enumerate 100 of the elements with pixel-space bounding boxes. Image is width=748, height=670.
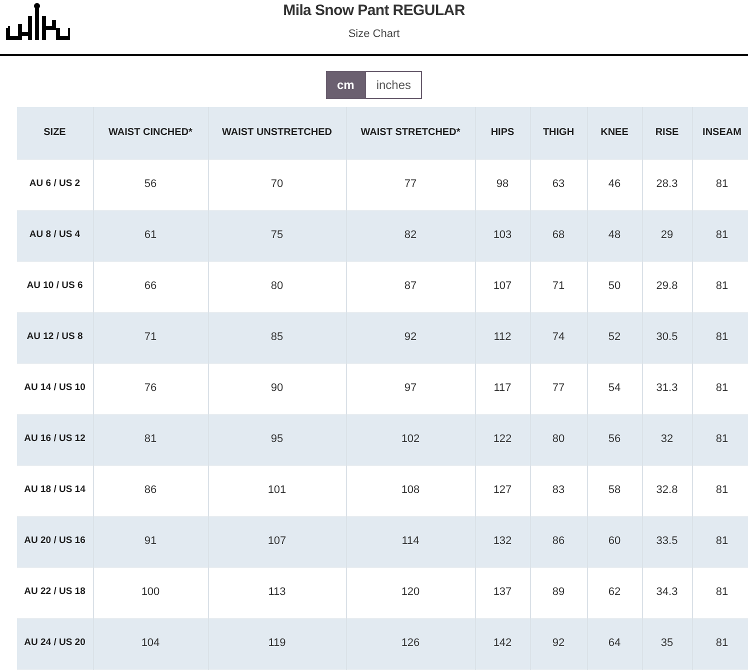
table-cell: 52 (587, 312, 642, 363)
size-cell: AU 24 / US 20 (17, 618, 93, 669)
table-cell: 119 (208, 618, 346, 669)
table-cell: 87 (346, 261, 475, 312)
table-cell: 60 (587, 516, 642, 567)
table-cell: 66 (93, 261, 208, 312)
page-subtitle: Size Chart (347, 27, 401, 42)
table-cell: 30.5 (642, 312, 692, 363)
table-cell: 92 (530, 618, 587, 669)
table-cell: 31.3 (642, 363, 692, 414)
size-cell: AU 14 / US 10 (17, 363, 93, 414)
table-cell: 81 (692, 567, 748, 618)
size-cell: AU 8 / US 4 (17, 210, 93, 261)
table-cell: 81 (692, 261, 748, 312)
size-cell: AU 10 / US 6 (17, 261, 93, 312)
table-cell: 58 (587, 465, 642, 516)
column-header: KNEE (587, 107, 642, 159)
table-cell: 29.8 (642, 261, 692, 312)
table-cell: 81 (692, 312, 748, 363)
table-cell: 92 (346, 312, 475, 363)
table-cell: 63 (530, 159, 587, 210)
table-cell: 80 (208, 261, 346, 312)
table-cell: 81 (692, 618, 748, 669)
column-header: THIGH (530, 107, 587, 159)
table-cell: 83 (530, 465, 587, 516)
table-cell: 48 (587, 210, 642, 261)
table-cell: 81 (692, 159, 748, 210)
table-cell: 81 (93, 414, 208, 465)
table-cell: 34.3 (642, 567, 692, 618)
table-cell: 98 (475, 159, 530, 210)
table-cell: 142 (475, 618, 530, 669)
table-cell: 54 (587, 363, 642, 414)
table-cell: 76 (93, 363, 208, 414)
column-header: WAIST CINCHED* (93, 107, 208, 159)
table-cell: 107 (208, 516, 346, 567)
table-cell: 117 (475, 363, 530, 414)
table-cell: 50 (587, 261, 642, 312)
table-cell: 102 (346, 414, 475, 465)
table-cell: 68 (530, 210, 587, 261)
table-cell: 46 (587, 159, 642, 210)
table-cell: 62 (587, 567, 642, 618)
table-cell: 114 (346, 516, 475, 567)
size-cell: AU 12 / US 8 (17, 312, 93, 363)
table-cell: 29 (642, 210, 692, 261)
table-cell: 81 (692, 414, 748, 465)
table-cell: 89 (530, 567, 587, 618)
page-title: Mila Snow Pant REGULAR (282, 1, 466, 18)
table-cell: 90 (208, 363, 346, 414)
table-cell: 126 (346, 618, 475, 669)
table-cell: 104 (93, 618, 208, 669)
table-cell: 82 (346, 210, 475, 261)
size-cell: AU 18 / US 14 (17, 465, 93, 516)
table-cell: 70 (208, 159, 346, 210)
table-cell: 35 (642, 618, 692, 669)
table-cell: 127 (475, 465, 530, 516)
size-cell: AU 16 / US 12 (17, 414, 93, 465)
table-cell: 108 (346, 465, 475, 516)
unit-tab[interactable]: cm (326, 71, 366, 99)
table-cell: 77 (346, 159, 475, 210)
table-cell: 120 (346, 567, 475, 618)
table-cell: 77 (530, 363, 587, 414)
table-cell: 64 (587, 618, 642, 669)
table-cell: 97 (346, 363, 475, 414)
table-cell: 28.3 (642, 159, 692, 210)
table-cell: 33.5 (642, 516, 692, 567)
table-cell: 101 (208, 465, 346, 516)
table-cell: 32 (642, 414, 692, 465)
table-cell: 122 (475, 414, 530, 465)
column-header: INSEAM (692, 107, 748, 159)
table-cell: 100 (93, 567, 208, 618)
size-cell: AU 22 / US 18 (17, 567, 93, 618)
table-cell: 61 (93, 210, 208, 261)
table-cell: 86 (93, 465, 208, 516)
table-cell: 81 (692, 363, 748, 414)
table-cell: 80 (530, 414, 587, 465)
table-cell: 107 (475, 261, 530, 312)
table-cell: 113 (208, 567, 346, 618)
table-cell: 75 (208, 210, 346, 261)
table-cell: 71 (93, 312, 208, 363)
unit-tab[interactable]: inches (365, 71, 422, 99)
table-cell: 74 (530, 312, 587, 363)
table-cell: 81 (692, 516, 748, 567)
table-cell: 103 (475, 210, 530, 261)
table-cell: 32.8 (642, 465, 692, 516)
table-cell: 85 (208, 312, 346, 363)
table-cell: 132 (475, 516, 530, 567)
column-header: WAIST STRETCHED* (346, 107, 475, 159)
table-cell: 81 (692, 465, 748, 516)
size-cell: AU 6 / US 2 (17, 159, 93, 210)
table-cell: 91 (93, 516, 208, 567)
table-cell: 112 (475, 312, 530, 363)
column-header: RISE (642, 107, 692, 159)
column-header: SIZE (17, 107, 93, 159)
table-cell: 86 (530, 516, 587, 567)
column-header: WAIST UNSTRETCHED (208, 107, 346, 159)
size-cell: AU 20 / US 16 (17, 516, 93, 567)
table-cell: 95 (208, 414, 346, 465)
table-cell: 81 (692, 210, 748, 261)
table-cell: 56 (587, 414, 642, 465)
table-cell: 71 (530, 261, 587, 312)
